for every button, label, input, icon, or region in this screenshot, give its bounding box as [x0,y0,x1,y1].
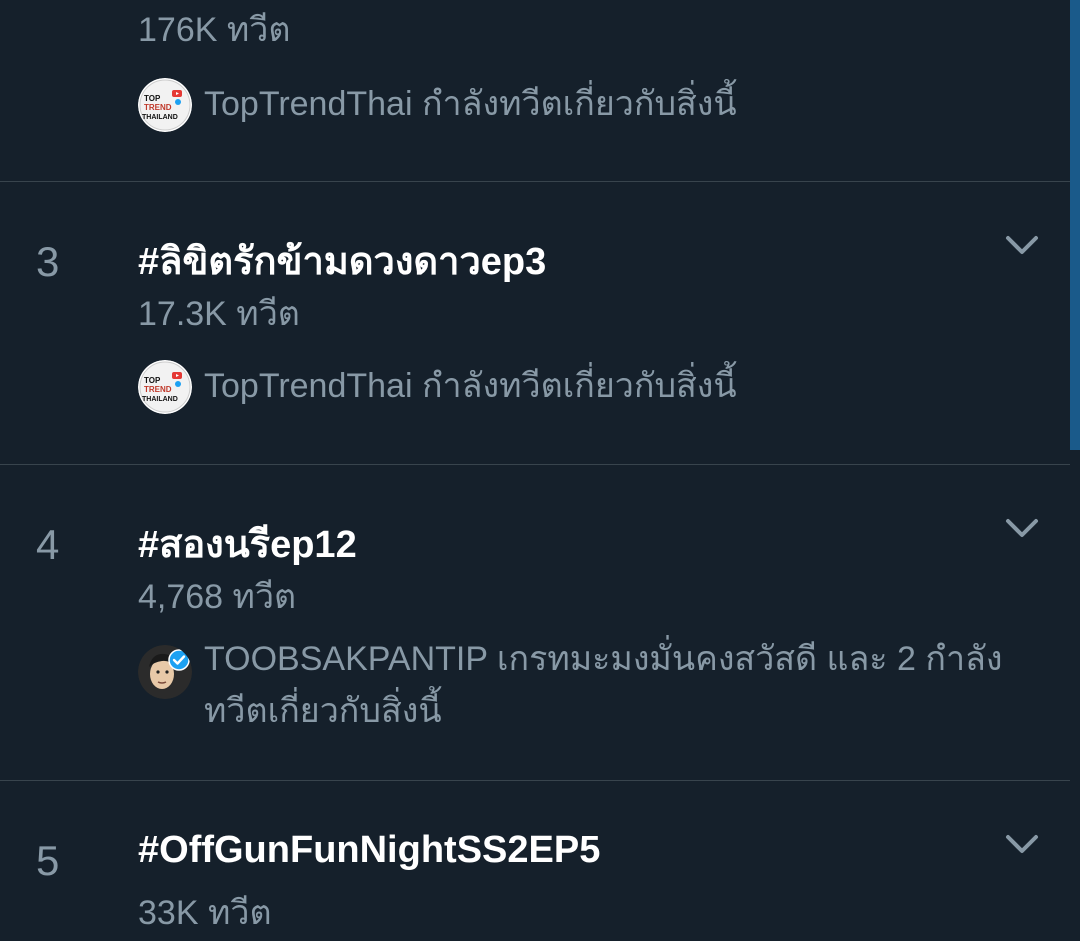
trend-title[interactable]: #OffGunFunNightSS2EP5 [138,829,600,872]
trends-list: 176K ทวีต TOP TREND THAILAND TopTrendTha… [0,0,1070,941]
chevron-down-icon[interactable] [1002,825,1042,865]
trend-title[interactable]: #สองนรีep12 [138,513,357,574]
trend-item-2[interactable]: 176K ทวีต TOP TREND THAILAND TopTrendTha… [0,0,1070,182]
svg-text:THAILAND: THAILAND [142,396,178,403]
trend-item-3[interactable]: 3 #ลิขิตรักข้ามดวงดาวep3 17.3K ทวีต TOP … [0,182,1070,465]
trend-title[interactable]: #ลิขิตรักข้ามดวงดาวep3 [138,230,546,291]
svg-text:TREND: TREND [144,385,172,394]
svg-text:TREND: TREND [144,103,172,112]
chevron-down-icon[interactable] [1002,509,1042,549]
trend-tweet-count: 33K ทวีต [138,894,272,932]
trend-tweet-count: 176K ทวีต [138,11,291,49]
svg-text:TOP: TOP [144,376,161,385]
trend-tweet-count: 4,768 ทวีต [138,578,297,616]
trend-rank: 4 [36,521,60,568]
trend-item-4[interactable]: 4 #สองนรีep12 4,768 ทวีต TOOBSAKPANTIP เ… [0,465,1070,781]
svg-text:TOP: TOP [144,94,161,103]
chevron-down-icon[interactable] [1002,226,1042,266]
user-avatar[interactable] [138,645,192,699]
trend-context-text: TopTrendThai กำลังทวีตเกี่ยวกับสิ่งนี้ [204,367,737,405]
trend-rank: 3 [36,238,60,285]
verified-badge-icon [168,649,190,671]
svg-text:THAILAND: THAILAND [142,114,178,121]
trend-context-text: TopTrendThai กำลังทวีตเกี่ยวกับสิ่งนี้ [204,85,737,123]
trend-context-text: TOOBSAKPANTIP เกรทมะมงมั่นคงสวัสดี และ 2… [204,640,1003,730]
toptrend-avatar[interactable]: TOP TREND THAILAND [138,360,192,414]
trend-tweet-count: 17.3K ทวีต [138,295,300,333]
scrollbar-thumb[interactable] [1070,0,1080,450]
trend-rank: 5 [36,837,60,884]
scrollbar[interactable] [1070,0,1080,929]
toptrend-avatar[interactable]: TOP TREND THAILAND [138,78,192,132]
trend-item-5[interactable]: 5 #OffGunFunNightSS2EP5 33K ทวีต [0,781,1070,941]
